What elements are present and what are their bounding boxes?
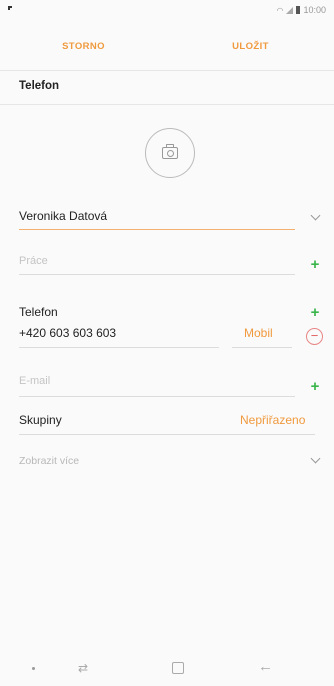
toolbar-divider — [0, 70, 334, 71]
wifi-icon: ◠ — [276, 5, 284, 15]
battery-icon — [296, 6, 301, 14]
show-more-chevron-icon[interactable] — [310, 453, 321, 464]
groups-underline — [19, 434, 315, 435]
action-bar: STORNO ULOŽIT — [0, 22, 334, 70]
phone-label: Telefon — [19, 305, 58, 319]
navigation-bar: ⇄ ← — [0, 650, 334, 686]
status-bar: ◠ 10:00 — [0, 0, 334, 22]
show-more-button[interactable]: Zobrazit více — [19, 455, 79, 467]
remove-phone-icon[interactable]: − — [306, 328, 323, 345]
save-button[interactable]: ULOŽIT — [167, 22, 334, 70]
add-email-icon[interactable]: + — [308, 379, 322, 394]
status-time: 10:00 — [303, 5, 326, 15]
back-icon[interactable]: ← — [258, 658, 273, 675]
chevron-down-icon[interactable] — [310, 210, 321, 221]
camera-icon — [162, 144, 178, 159]
groups-select[interactable]: Nepřiřazeno — [240, 413, 305, 427]
phone-type-select[interactable]: Mobil — [244, 326, 273, 340]
groups-label: Skupiny — [19, 413, 62, 427]
name-underline — [19, 229, 295, 230]
phone-number-field[interactable]: +420 603 603 603 — [19, 326, 116, 340]
nav-dot-icon[interactable] — [32, 667, 35, 670]
work-field[interactable]: Práce — [19, 255, 48, 267]
name-field[interactable]: Veronika Datová — [19, 209, 107, 223]
signal-icon — [286, 6, 294, 14]
account-divider — [0, 104, 334, 105]
add-photo-button[interactable] — [145, 128, 195, 178]
cancel-button[interactable]: STORNO — [0, 22, 167, 70]
home-icon[interactable] — [172, 662, 184, 674]
email-underline — [19, 396, 295, 397]
status-icons: ◠ 10:00 — [276, 5, 326, 15]
work-underline — [19, 274, 295, 275]
phone-type-underline — [232, 347, 292, 348]
account-label: Telefon — [19, 80, 60, 92]
add-phone-icon[interactable]: + — [308, 305, 322, 320]
email-field[interactable]: E-mail — [19, 375, 50, 387]
status-corner-mark — [8, 6, 12, 10]
phone-underline — [19, 347, 219, 348]
recents-icon[interactable]: ⇄ — [78, 661, 88, 675]
add-work-icon[interactable]: + — [308, 257, 322, 272]
